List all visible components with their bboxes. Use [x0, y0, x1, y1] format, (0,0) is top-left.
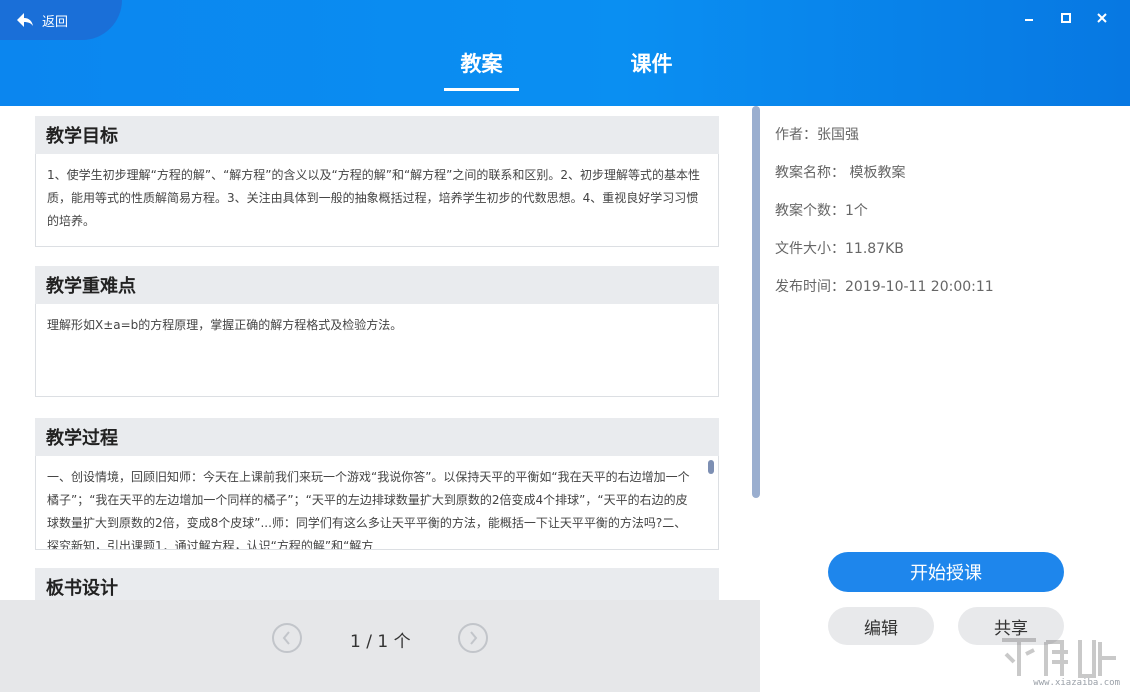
- start-teaching-button[interactable]: 开始授课: [828, 552, 1064, 592]
- section-teaching-goals: 教学目标 1、使学生初步理解“方程的解”、“解方程”的含义以及“方程的解”和“解…: [35, 116, 719, 247]
- section-title: 教学重难点: [35, 266, 719, 304]
- section-body: 1、使学生初步理解“方程的解”、“解方程”的含义以及“方程的解”和“解方程”之间…: [35, 154, 719, 247]
- back-button[interactable]: 返回: [0, 0, 122, 40]
- next-page-button[interactable]: [458, 623, 488, 653]
- minimize-button[interactable]: [1012, 8, 1048, 28]
- tab-bar: 教案 课件: [0, 48, 1130, 91]
- header-bar: 返回 教案 课件: [0, 0, 1130, 106]
- page-indicator: 1 / 1 个: [350, 632, 411, 652]
- info-count: 教案个数：1个: [775, 203, 868, 219]
- info-author: 作者：张国强: [775, 127, 859, 143]
- maximize-button[interactable]: [1048, 8, 1084, 28]
- maximize-icon: [1061, 13, 1071, 23]
- prev-page-button[interactable]: [272, 623, 302, 653]
- chevron-right-icon: [470, 631, 478, 645]
- info-size: 文件大小：11.87KB: [775, 241, 904, 257]
- watermark-icon: [1002, 638, 1116, 678]
- watermark-logo: www.xiazaiba.com: [996, 632, 1126, 690]
- minimize-icon: [1025, 19, 1033, 21]
- back-arrow-icon: [17, 13, 33, 27]
- section-teaching-process: 教学过程 一、创设情境，回顾旧知师：今天在上课前我们来玩一个游戏“我说你答”。以…: [35, 418, 719, 550]
- back-label: 返回: [42, 14, 69, 30]
- window-controls: [1012, 8, 1120, 28]
- section-scrollbar[interactable]: [708, 460, 714, 474]
- section-board-design: 板书设计: [35, 568, 719, 600]
- section-body: 理解形如X±a=b的方程原理，掌握正确的解方程格式及检验方法。: [35, 304, 719, 397]
- content-scrollbar[interactable]: [752, 106, 760, 498]
- section-key-points: 教学重难点 理解形如X±a=b的方程原理，掌握正确的解方程格式及检验方法。: [35, 266, 719, 397]
- chevron-left-icon: [282, 631, 290, 645]
- section-body-text: 一、创设情境，回顾旧知师：今天在上课前我们来玩一个游戏“我说你答”。以保持天平的…: [47, 470, 690, 550]
- edit-button[interactable]: 编辑: [828, 607, 934, 645]
- tab-courseware[interactable]: 课件: [614, 48, 689, 78]
- close-icon: [1097, 13, 1107, 23]
- close-button[interactable]: [1084, 8, 1120, 28]
- tab-lesson-plan[interactable]: 教案: [444, 48, 519, 91]
- lesson-content-panel: 教学目标 1、使学生初步理解“方程的解”、“解方程”的含义以及“方程的解”和“解…: [35, 106, 719, 600]
- section-title: 板书设计: [35, 568, 719, 600]
- pager-bar: 1 / 1 个: [0, 600, 760, 692]
- info-time: 发布时间：2019-10-11 20:00:11: [775, 279, 994, 295]
- section-title: 教学过程: [35, 418, 719, 456]
- section-body-scrollable[interactable]: 一、创设情境，回顾旧知师：今天在上课前我们来玩一个游戏“我说你答”。以保持天平的…: [35, 456, 719, 550]
- section-title: 教学目标: [35, 116, 719, 154]
- lesson-info-panel: 作者：张国强 教案名称： 模板教案 教案个数：1个 文件大小：11.87KB 发…: [775, 125, 1105, 315]
- watermark-text: www.xiazaiba.com: [1033, 678, 1120, 688]
- info-name: 教案名称： 模板教案: [775, 165, 906, 181]
